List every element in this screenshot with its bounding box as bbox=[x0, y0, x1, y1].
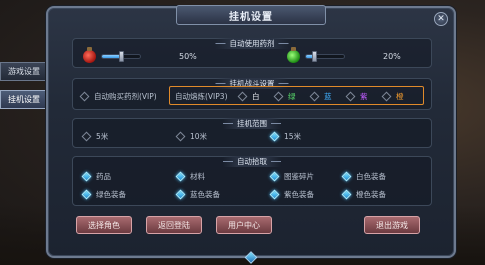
range-5m-checkbox[interactable] bbox=[81, 131, 92, 142]
tab-afk-settings[interactable]: 挂机设置 bbox=[0, 90, 48, 109]
smelt-green-checkbox[interactable] bbox=[273, 91, 284, 102]
pickup-white-gear-checkbox[interactable] bbox=[341, 171, 352, 182]
smelt-purple-option[interactable]: 紫 bbox=[345, 91, 368, 102]
smelt-green-label: 绿 bbox=[288, 92, 296, 101]
pickup-blue-gear-label: 蓝色装备 bbox=[190, 190, 220, 199]
smelt-purple-label: 紫 bbox=[360, 92, 368, 101]
exit-game-label: 退出游戏 bbox=[376, 220, 408, 230]
pickup-item-orange-gear[interactable]: 橙色装备 bbox=[341, 189, 386, 200]
auto-buy-checkbox[interactable] bbox=[79, 91, 90, 102]
window-title: 挂机设置 bbox=[176, 5, 326, 25]
close-icon: ✕ bbox=[437, 14, 445, 24]
tab-game-settings[interactable]: 游戏设置 bbox=[0, 62, 48, 81]
pickup-material-checkbox[interactable] bbox=[175, 171, 186, 182]
smelt-white-option[interactable]: 白 bbox=[237, 91, 260, 102]
auto-buy-label: 自动购买药剂(VIP) bbox=[94, 92, 157, 101]
pickup-green-gear-label: 绿色装备 bbox=[96, 190, 126, 199]
user-center-label: 用户中心 bbox=[228, 220, 260, 230]
pickup-item-white-gear[interactable]: 白色装备 bbox=[341, 171, 386, 182]
smelt-orange-label: 橙 bbox=[396, 92, 404, 101]
pickup-green-gear-checkbox[interactable] bbox=[81, 189, 92, 200]
pickup-codex-shard-checkbox[interactable] bbox=[269, 171, 280, 182]
smelt-green-option[interactable]: 绿 bbox=[273, 91, 296, 102]
pickup-white-gear-label: 白色装备 bbox=[356, 172, 386, 181]
potion-section: 自动使用药剂 50% 20% bbox=[72, 38, 432, 68]
range-section: 挂机范围 5米 10米 15米 bbox=[72, 118, 432, 148]
range-option-5m[interactable]: 5米 bbox=[81, 131, 109, 142]
pickup-section-title: 自动拾取 bbox=[223, 156, 281, 167]
smelt-blue-option[interactable]: 蓝 bbox=[309, 91, 332, 102]
auto-smelt-label-wrap: 自动熔炼(VIP3) bbox=[175, 91, 228, 102]
pickup-orange-gear-checkbox[interactable] bbox=[341, 189, 352, 200]
settings-window: 挂机设置 ✕ 自动使用药剂 50% 20% 挂机战斗设置 自动购买药剂(VIP)… bbox=[46, 5, 456, 264]
choose-role-label: 选择角色 bbox=[88, 220, 120, 230]
mp-slider[interactable] bbox=[305, 51, 345, 62]
pickup-item-green-gear[interactable]: 绿色装备 bbox=[81, 189, 126, 200]
pickup-item-medicine[interactable]: 药品 bbox=[81, 171, 111, 182]
return-login-button[interactable]: 返回登陆 bbox=[146, 216, 202, 234]
pickup-section: 自动拾取 药品 材料 图鉴碎片 白色装备 绿色装备 蓝色装备 紫色装备 橙色装备 bbox=[72, 156, 432, 206]
choose-role-button[interactable]: 选择角色 bbox=[76, 216, 132, 234]
pickup-purple-gear-label: 紫色装备 bbox=[284, 190, 314, 199]
hp-percent: 50% bbox=[179, 52, 197, 61]
range-option-15m[interactable]: 15米 bbox=[269, 131, 302, 142]
pickup-purple-gear-checkbox[interactable] bbox=[269, 189, 280, 200]
mp-percent: 20% bbox=[383, 52, 401, 61]
smelt-blue-checkbox[interactable] bbox=[309, 91, 320, 102]
smelt-orange-checkbox[interactable] bbox=[381, 91, 392, 102]
pickup-material-label: 材料 bbox=[190, 172, 205, 181]
tab-game-settings-label: 游戏设置 bbox=[8, 67, 40, 76]
auto-buy-option[interactable]: 自动购买药剂(VIP) bbox=[79, 91, 157, 102]
smelt-purple-checkbox[interactable] bbox=[345, 91, 356, 102]
exit-game-button[interactable]: 退出游戏 bbox=[364, 216, 420, 234]
range-option-10m[interactable]: 10米 bbox=[175, 131, 208, 142]
hp-slider[interactable] bbox=[101, 51, 141, 62]
smelt-orange-option[interactable]: 橙 bbox=[381, 91, 404, 102]
return-login-label: 返回登陆 bbox=[158, 220, 190, 230]
range-10m-label: 10米 bbox=[190, 132, 208, 141]
range-5m-label: 5米 bbox=[96, 132, 109, 141]
red-potion-icon bbox=[83, 47, 96, 63]
pickup-orange-gear-label: 橙色装备 bbox=[356, 190, 386, 199]
potion-section-title: 自动使用药剂 bbox=[215, 38, 289, 49]
green-potion-icon bbox=[287, 47, 300, 63]
window-title-text: 挂机设置 bbox=[229, 11, 273, 23]
pickup-item-blue-gear[interactable]: 蓝色装备 bbox=[175, 189, 220, 200]
smelt-blue-label: 蓝 bbox=[324, 92, 332, 101]
range-15m-checkbox[interactable] bbox=[269, 131, 280, 142]
pickup-codex-shard-label: 图鉴碎片 bbox=[284, 172, 314, 181]
combat-section: 挂机战斗设置 自动购买药剂(VIP) 自动熔炼(VIP3) 白 绿 蓝 紫 橙 bbox=[72, 78, 432, 110]
range-10m-checkbox[interactable] bbox=[175, 131, 186, 142]
pickup-item-codex-shard[interactable]: 图鉴碎片 bbox=[269, 171, 314, 182]
mp-slider-handle[interactable] bbox=[311, 51, 317, 62]
range-section-title: 挂机范围 bbox=[223, 118, 281, 129]
pickup-blue-gear-checkbox[interactable] bbox=[175, 189, 186, 200]
range-15m-label: 15米 bbox=[284, 132, 302, 141]
user-center-button[interactable]: 用户中心 bbox=[216, 216, 272, 234]
tab-afk-settings-label: 挂机设置 bbox=[8, 95, 40, 104]
close-button[interactable]: ✕ bbox=[434, 12, 448, 26]
pickup-item-material[interactable]: 材料 bbox=[175, 171, 205, 182]
auto-smelt-label: 自动熔炼(VIP3) bbox=[175, 92, 228, 101]
pickup-medicine-checkbox[interactable] bbox=[81, 171, 92, 182]
smelt-white-checkbox[interactable] bbox=[237, 91, 248, 102]
pickup-item-purple-gear[interactable]: 紫色装备 bbox=[269, 189, 314, 200]
smelt-white-label: 白 bbox=[252, 92, 260, 101]
hp-slider-handle[interactable] bbox=[119, 51, 124, 62]
pickup-medicine-label: 药品 bbox=[96, 172, 111, 181]
